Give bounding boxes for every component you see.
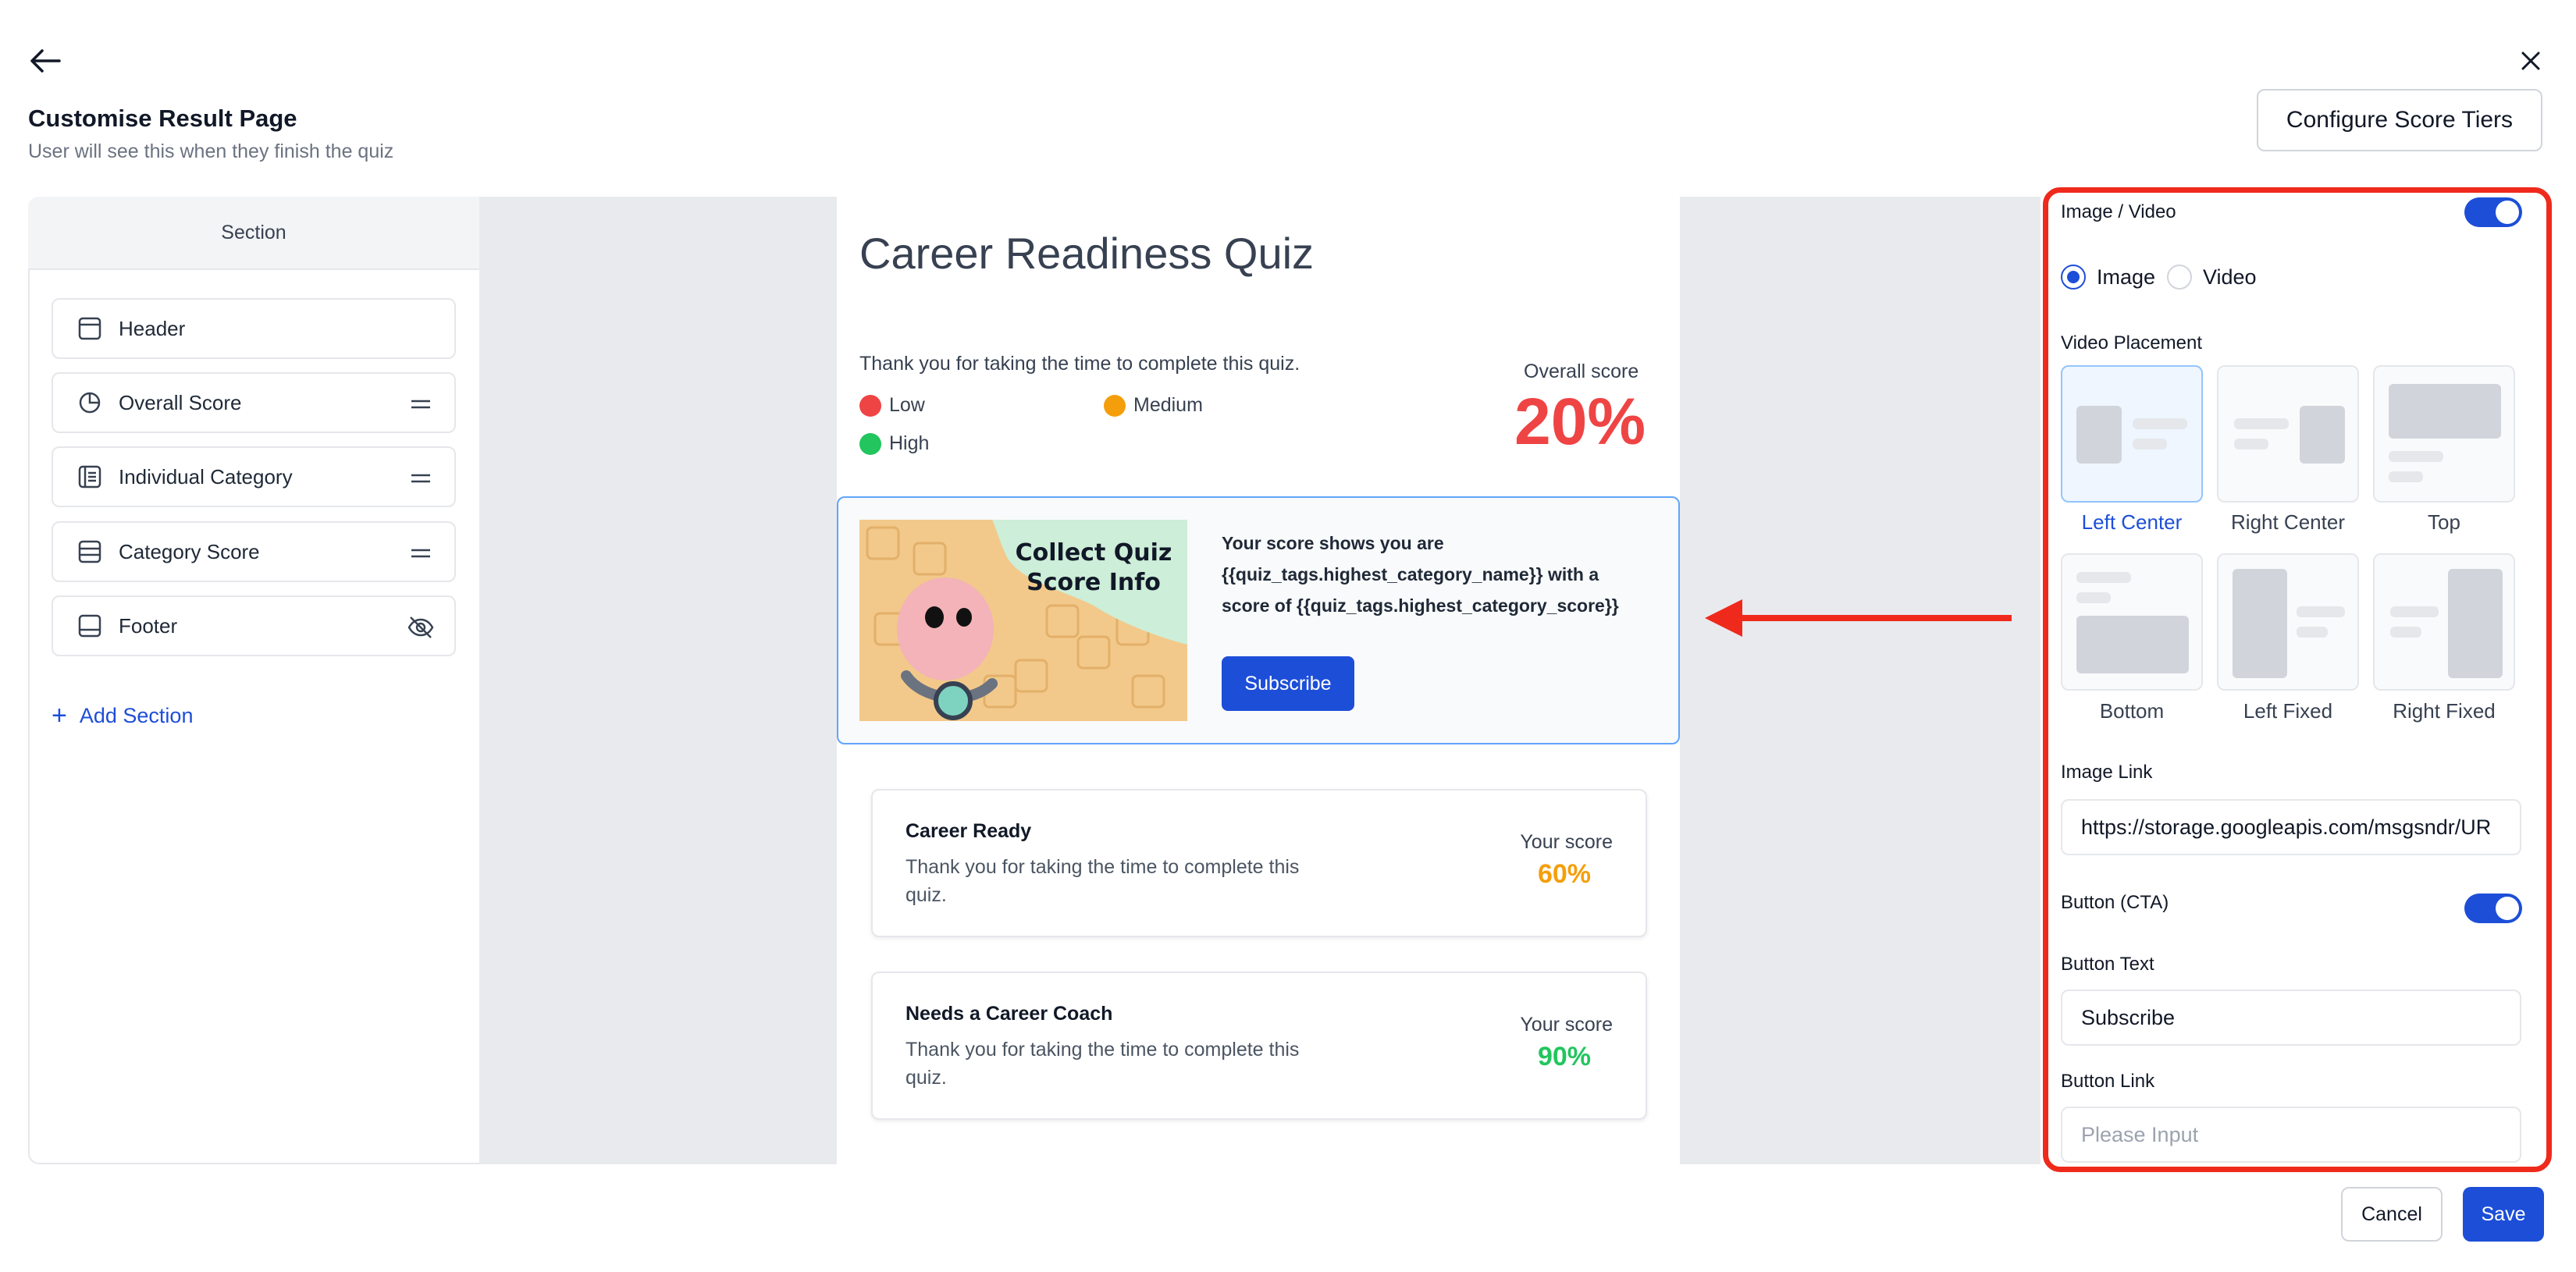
drag-handle-icon[interactable]	[407, 391, 434, 417]
section-item-footer[interactable]: Footer	[52, 595, 456, 656]
legend-label: Low	[889, 394, 925, 416]
layout-footer-icon	[76, 613, 103, 639]
image-video-toggle[interactable]	[2464, 197, 2522, 227]
section-item-label: Footer	[119, 613, 178, 638]
radio-image-circle	[2061, 265, 2086, 290]
placement-caption: Top	[2428, 510, 2460, 534]
placement-caption: Left Center	[2081, 510, 2183, 534]
category-card: Needs a Career Coach Thank you for takin…	[871, 972, 1647, 1120]
page-title: Customise Result Page	[28, 105, 297, 132]
category-score-value: 60%	[1537, 859, 1591, 889]
back-arrow-icon[interactable]	[23, 44, 67, 78]
category-name: Career Ready	[906, 820, 1032, 842]
legend-dot	[1104, 394, 1126, 417]
button-text-label: Button Text	[2061, 954, 2154, 975]
section-item-label: Overall Score	[119, 390, 242, 414]
radio-video-circle	[2167, 265, 2192, 290]
placement-top[interactable]	[2373, 365, 2515, 503]
cancel-button[interactable]: Cancel	[2341, 1187, 2443, 1242]
radio-video-label: Video	[2203, 265, 2257, 289]
section-item-overall-score[interactable]: Overall Score	[52, 372, 456, 433]
promo-text: Your score shows you are {{quiz_tags.hig…	[1222, 533, 1619, 616]
promo-image: Collect Quiz Score Info	[859, 520, 1187, 721]
placement-caption: Bottom	[2099, 699, 2165, 723]
thanks-text: Thank you for taking the time to complet…	[859, 353, 1300, 375]
close-icon[interactable]	[2514, 44, 2548, 78]
image-link-input[interactable]: https://storage.googleapis.com/msgsndr/U…	[2061, 799, 2521, 855]
promo-subscribe-button[interactable]: Subscribe	[1222, 656, 1354, 711]
legend-dot	[859, 432, 881, 455]
save-button[interactable]: Save	[2463, 1187, 2544, 1242]
overall-score-label: Overall score	[1524, 361, 1639, 382]
category-score-label: Your score	[1520, 1014, 1613, 1036]
page-subtitle: User will see this when they finish the …	[28, 140, 394, 162]
placement-caption: Right Fixed	[2393, 699, 2496, 723]
section-item-label: Individual Category	[119, 464, 293, 489]
overall-score-value: 20%	[1514, 385, 1646, 458]
category-name: Needs a Career Coach	[906, 1003, 1113, 1025]
drag-handle-icon[interactable]	[407, 540, 434, 567]
legend-low: Low	[859, 394, 925, 417]
placement-left-center[interactable]	[2061, 365, 2203, 503]
pie-chart-icon	[76, 389, 103, 416]
radio-video[interactable]: Video	[2167, 265, 2257, 290]
placement-left-fixed[interactable]	[2217, 553, 2359, 691]
category-card: Career Ready Thank you for taking the ti…	[871, 789, 1647, 937]
button-cta-toggle[interactable]	[2464, 894, 2522, 923]
section-item-label: Category Score	[119, 539, 260, 563]
placement-right-fixed[interactable]	[2373, 553, 2515, 691]
category-description: Thank you for taking the time to complet…	[906, 1039, 1300, 1089]
add-section-label: Add Section	[79, 703, 194, 727]
placement-bottom[interactable]	[2061, 553, 2203, 691]
radio-image[interactable]: Image	[2061, 265, 2155, 290]
section-item-header[interactable]: Header	[52, 298, 456, 359]
configure-score-tiers-button[interactable]: Configure Score Tiers	[2257, 89, 2542, 151]
video-placement-label: Video Placement	[2061, 332, 2203, 354]
placement-caption: Left Fixed	[2243, 699, 2333, 723]
plus-icon: +	[52, 701, 67, 730]
drag-handle-icon[interactable]	[407, 465, 434, 492]
category-score-value: 90%	[1537, 1042, 1591, 1071]
add-section-button[interactable]: + Add Section	[52, 702, 193, 729]
button-text-input[interactable]: Subscribe	[2061, 990, 2521, 1046]
legend-medium: Medium	[1104, 394, 1203, 417]
button-link-label: Button Link	[2061, 1071, 2155, 1092]
button-link-input[interactable]: Please Input	[2061, 1107, 2521, 1163]
legend-high: High	[859, 432, 929, 455]
placement-caption: Right Center	[2231, 510, 2345, 534]
button-cta-label: Button (CTA)	[2061, 892, 2169, 913]
category-score-label: Your score	[1520, 831, 1613, 853]
legend-dot	[859, 394, 881, 417]
section-item-category-score[interactable]: Category Score	[52, 521, 456, 582]
section-item-individual-category[interactable]: Individual Category	[52, 446, 456, 507]
sidebar-heading: Section	[28, 197, 479, 270]
section-item-label: Header	[119, 316, 186, 340]
promo-image-title-2: Score Info	[1026, 569, 1161, 596]
rows-icon	[76, 538, 103, 565]
legend-label: Medium	[1133, 394, 1203, 416]
eye-off-icon[interactable]	[407, 614, 434, 641]
radio-image-label: Image	[2097, 265, 2156, 289]
quiz-title: Career Readiness Quiz	[859, 229, 1315, 278]
list-icon	[76, 464, 103, 490]
category-description: Thank you for taking the time to complet…	[906, 856, 1300, 906]
image-video-label: Image / Video	[2061, 201, 2176, 222]
annotation-arrow-icon	[1702, 593, 2014, 643]
promo-image-title-1: Collect Quiz	[1016, 539, 1172, 567]
placement-right-center[interactable]	[2217, 365, 2359, 503]
layout-header-icon	[76, 315, 103, 342]
legend-label: High	[889, 432, 930, 454]
image-link-label: Image Link	[2061, 762, 2153, 783]
